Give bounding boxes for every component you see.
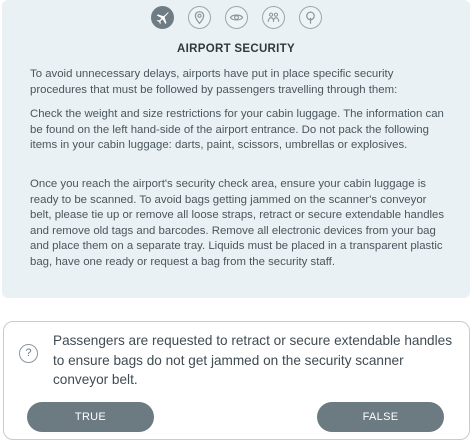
tree-icon[interactable] <box>298 6 322 29</box>
eye-icon[interactable] <box>224 6 248 29</box>
question-mark-icon: ? <box>19 344 38 363</box>
passage-panel: AIRPORT SECURITY To avoid unnecessary de… <box>2 0 470 298</box>
people-icon[interactable] <box>261 6 285 29</box>
passage-title: AIRPORT SECURITY <box>177 43 295 55</box>
question-card: ? Passengers are requested to retract or… <box>3 321 470 440</box>
false-button[interactable]: FALSE <box>317 402 444 432</box>
plane-icon[interactable] <box>150 6 174 29</box>
passage-paragraph: Check the weight and size restrictions f… <box>30 108 444 151</box>
true-button[interactable]: TRUE <box>27 402 154 432</box>
question-text: Passengers are requested to retract or s… <box>53 333 452 387</box>
topic-icon-bar <box>2 6 470 29</box>
passage-paragraph: To avoid unnecessary delays, airports ha… <box>30 68 398 96</box>
passage-paragraph: Once you reach the airport's security ch… <box>30 178 445 268</box>
location-pin-icon[interactable] <box>187 6 211 29</box>
